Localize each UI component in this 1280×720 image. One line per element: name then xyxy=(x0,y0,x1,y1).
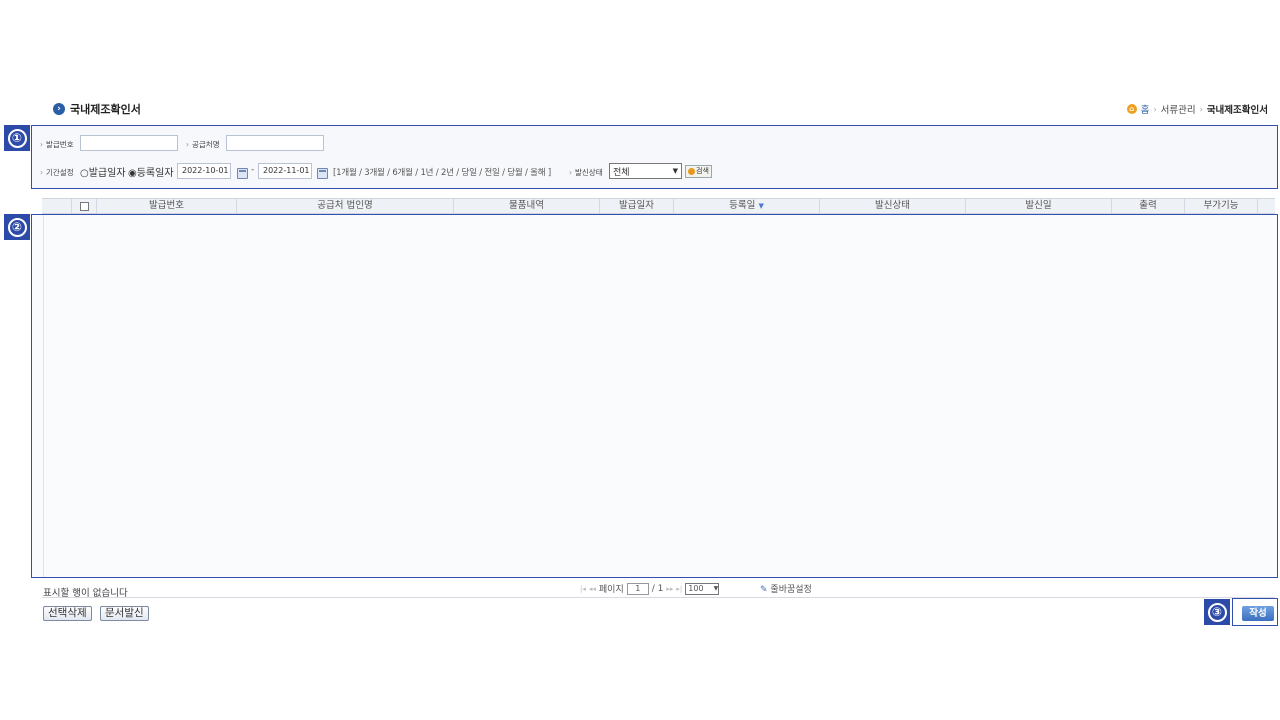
grid-footer: 표시할 행이 없습니다 |◂ ◂◂ 페이지 1 / 1 ▸▸ ▸| 100 ▼ … xyxy=(42,578,1275,599)
calendar-icon[interactable] xyxy=(317,168,328,179)
column-header-extra[interactable]: 부가기능 xyxy=(1185,199,1258,213)
empty-message: 표시할 행이 없습니다 xyxy=(43,588,128,599)
radio-issue-date[interactable]: ○발급일자 xyxy=(80,164,126,179)
send-status-label: 발신상태 xyxy=(569,167,603,178)
breadcrumb-current: 국내제조확인서 xyxy=(1206,105,1268,116)
search-button-label: 검색 xyxy=(696,167,709,175)
chevron-down-icon: ▼ xyxy=(713,584,719,592)
header-checkbox-cell xyxy=(42,199,72,213)
breadcrumb-documents[interactable]: 서류관리 xyxy=(1161,102,1196,116)
breadcrumb: ⌂ 홈 › 서류관리 › 국내제조확인서 xyxy=(1126,102,1268,116)
column-header-send-date[interactable]: 발신일 xyxy=(966,199,1112,213)
grid-header: 발급번호 공급처 법인명 물품내역 발급일자 등록일 ▼ 발신상태 발신일 출력… xyxy=(42,198,1275,214)
send-status-select[interactable]: 전체 ▼ xyxy=(609,163,682,179)
page-total: / 1 xyxy=(651,583,664,594)
marker-1-label: ① xyxy=(7,128,27,148)
search-icon xyxy=(688,168,695,175)
column-header-issue-date[interactable]: 발급일자 xyxy=(600,199,674,213)
select-all-checkbox[interactable] xyxy=(79,202,89,211)
grid-rows-area xyxy=(43,215,1277,577)
issue-number-input[interactable] xyxy=(80,135,178,151)
prev-page-icon[interactable]: ◂◂ xyxy=(589,585,596,593)
wrap-setting-label: 줄바꿈설정 xyxy=(770,585,812,595)
column-header-send-status[interactable]: 발신상태 xyxy=(820,199,966,213)
marker-2: ② xyxy=(4,214,30,240)
send-status-value: 전체 xyxy=(613,167,630,178)
marker-3: ③ xyxy=(1204,599,1230,625)
delete-selected-button[interactable]: 선택삭제 xyxy=(43,606,92,621)
column-header-filler xyxy=(1258,199,1275,213)
header-select-all[interactable] xyxy=(72,199,97,213)
home-icon[interactable]: ⌂ xyxy=(1126,104,1137,114)
search-panel: 발급번호 공급처명 기간설정 ○발급일자 ◉등록일자 2022-10-01 - … xyxy=(31,125,1278,189)
grid-body xyxy=(31,214,1278,578)
column-header-items[interactable]: 물품내역 xyxy=(454,199,600,213)
write-button[interactable]: 작성 xyxy=(1242,606,1274,621)
breadcrumb-separator-icon: › xyxy=(1153,104,1157,114)
calendar-icon[interactable] xyxy=(237,168,248,179)
send-document-button[interactable]: 문서발신 xyxy=(100,606,149,621)
date-from-input[interactable]: 2022-10-01 xyxy=(177,163,231,179)
column-header-issue-number[interactable]: 발급번호 xyxy=(97,199,237,213)
date-separator: - xyxy=(251,165,255,175)
column-header-registration-date-label: 등록일 xyxy=(729,200,756,211)
rows-per-page-select[interactable]: 100 ▼ xyxy=(685,582,720,595)
period-shortcuts[interactable]: [1개월 / 3개월 / 6개월 / 1년 / 2년 / 당일 / 전일 / 당… xyxy=(333,166,551,178)
breadcrumb-separator-icon: › xyxy=(1199,104,1203,114)
next-page-icon[interactable]: ▸▸ xyxy=(666,585,673,593)
marker-3-label: ③ xyxy=(1207,602,1227,622)
first-page-icon[interactable]: |◂ xyxy=(580,585,586,593)
column-header-registration-date[interactable]: 등록일 ▼ xyxy=(674,199,820,213)
pagination: |◂ ◂◂ 페이지 1 / 1 ▸▸ ▸| 100 ▼ xyxy=(580,582,720,595)
page-label: 페이지 xyxy=(598,585,624,595)
chevron-down-icon: ▼ xyxy=(672,167,678,175)
page-number-input[interactable]: 1 xyxy=(626,582,649,595)
column-header-supplier[interactable]: 공급처 법인명 xyxy=(237,199,454,213)
wrap-setting-button[interactable]: ✎ 줄바꿈설정 xyxy=(760,582,812,595)
page-title: 국내제조확인서 xyxy=(70,103,141,116)
date-to-input[interactable]: 2022-11-01 xyxy=(258,163,312,179)
search-button[interactable]: 검색 xyxy=(685,165,712,178)
issue-number-label: 발급번호 xyxy=(40,139,74,150)
wrench-icon: ✎ xyxy=(760,585,768,595)
title-chevron-icon: › xyxy=(53,103,65,115)
supplier-name-input[interactable] xyxy=(226,135,324,151)
period-label: 기간설정 xyxy=(40,167,74,178)
last-page-icon[interactable]: ▸| xyxy=(676,585,682,593)
rows-per-page-value: 100 xyxy=(688,583,704,593)
column-header-print[interactable]: 출력 xyxy=(1112,199,1185,213)
breadcrumb-home[interactable]: 홈 xyxy=(1141,102,1150,116)
supplier-name-label: 공급처명 xyxy=(186,139,220,150)
marker-1: ① xyxy=(4,125,30,151)
marker-2-label: ② xyxy=(7,217,27,237)
radio-registration-date[interactable]: ◉등록일자 xyxy=(128,164,174,179)
sort-desc-icon[interactable]: ▼ xyxy=(758,202,763,210)
